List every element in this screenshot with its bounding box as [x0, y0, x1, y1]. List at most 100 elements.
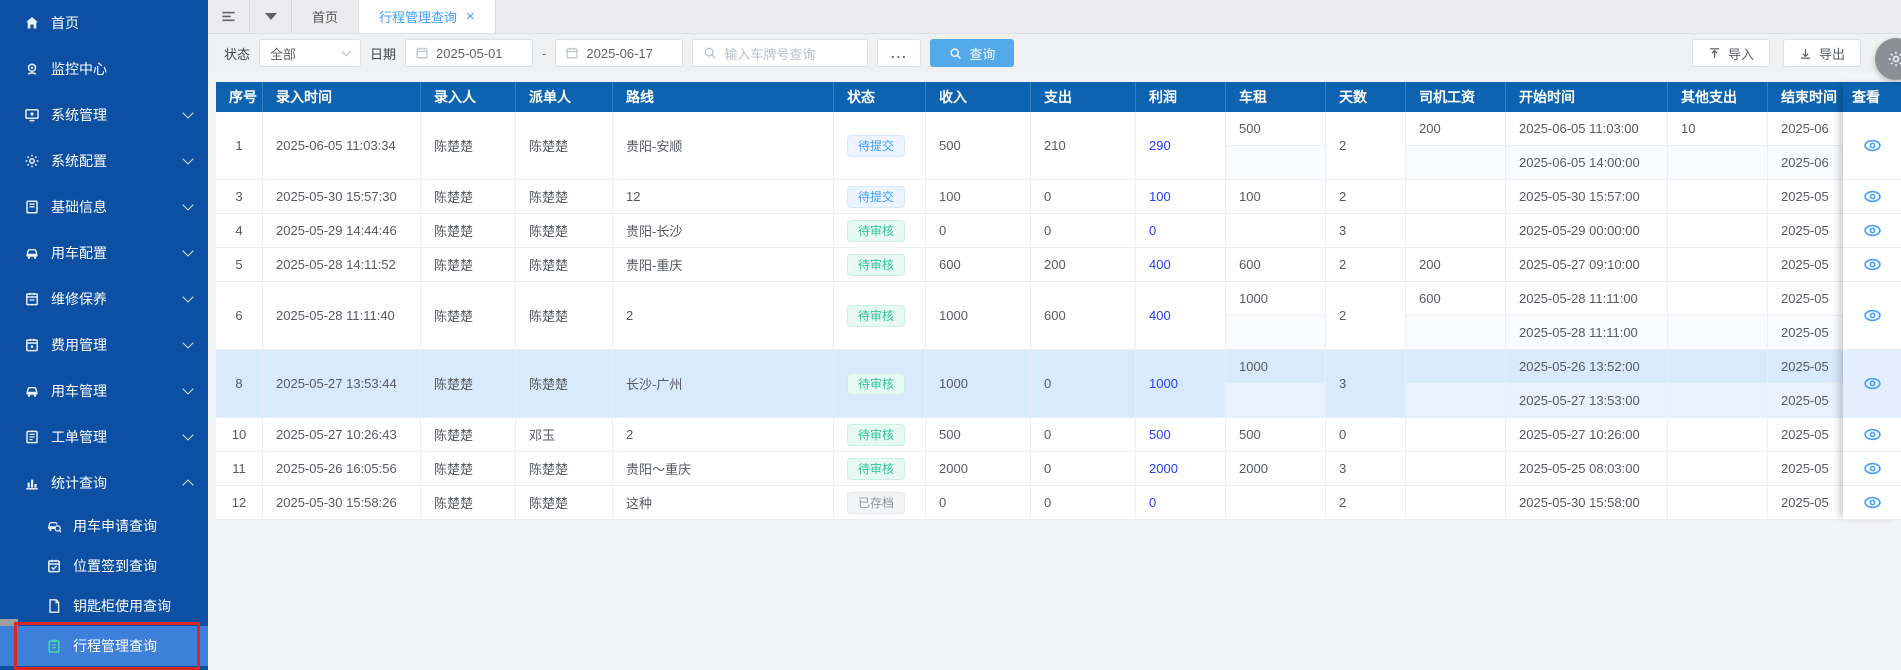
cell-entry_person: 陈楚楚	[421, 248, 516, 282]
cell-other_expense	[1668, 486, 1768, 520]
sidebar-item-3[interactable]: 系统配置	[0, 138, 208, 184]
cell-start_time: 2025-06-05 14:00:00	[1506, 146, 1668, 180]
sidebar-item-2[interactable]: 系统管理	[0, 92, 208, 138]
cell-expense: 0	[1031, 486, 1136, 520]
column-header-other_expense: 其他支出	[1668, 82, 1768, 112]
cell-seq: 11	[216, 452, 263, 486]
cell-status: 待审核	[834, 214, 926, 248]
cell-dispatcher: 陈楚楚	[516, 248, 613, 282]
sidebar-item-7[interactable]: 费用管理	[0, 322, 208, 368]
table-row-4[interactable]: 4 2025-05-29 14:44:46 陈楚楚 陈楚楚 贵阳-长沙 待审核 0 0 0 3 20…	[216, 214, 1901, 248]
view-button-row-11[interactable]	[1843, 452, 1901, 486]
cell-route: 2	[613, 418, 834, 452]
sidebar-subitem-label: 位置签到查询	[73, 558, 157, 574]
more-filters-button[interactable]: ...	[877, 39, 922, 67]
view-button-row-10[interactable]	[1843, 418, 1901, 452]
import-button-label: 导入	[1727, 46, 1754, 62]
sidebar-item-6[interactable]: 维修保养	[0, 276, 208, 322]
cell-route: 这种	[613, 486, 834, 520]
cell-entry_time: 2025-05-29 14:44:46	[263, 214, 421, 248]
eye-icon	[1863, 190, 1881, 203]
sidebar-item-label: 监控中心	[51, 61, 107, 77]
collapse-menu-button[interactable]	[208, 0, 250, 33]
sidebar-item-10[interactable]: 统计查询	[0, 460, 208, 506]
cell-route: 2	[613, 282, 834, 350]
sidebar-subitem-3[interactable]: 行程管理查询	[0, 622, 208, 670]
view-button-row-3[interactable]	[1843, 180, 1901, 214]
sidebar-item-label: 用车管理	[51, 383, 107, 399]
sidebar-subitem-1[interactable]: 位置签到查询	[0, 546, 208, 586]
cell-expense: 0	[1031, 180, 1136, 214]
cell-status: 待提交	[834, 180, 926, 214]
cell-expense: 0	[1031, 418, 1136, 452]
table-row-5[interactable]: 5 2025-05-28 14:11:52 陈楚楚 陈楚楚 贵阳-重庆 待审核 600 200…	[216, 248, 1901, 282]
sidebar-item-8[interactable]: 用车管理	[0, 368, 208, 414]
cell-seq: 3	[216, 180, 263, 214]
cell-driver_wage	[1406, 350, 1506, 384]
status-badge: 待审核	[847, 423, 906, 446]
table-row-12[interactable]: 12 2025-05-30 15:58:26 陈楚楚 陈楚楚 这种 已存档 0 0 0 2 2025…	[216, 486, 1901, 520]
column-header-profit: 利润	[1136, 82, 1226, 112]
cell-entry_time: 2025-05-28 14:11:52	[263, 248, 421, 282]
table-row-3[interactable]: 3 2025-05-30 15:57:30 陈楚楚 陈楚楚 12 待提交 100 0 100 10…	[216, 180, 1901, 214]
tab-trip-query[interactable]: 行程管理查询 ×	[359, 0, 496, 33]
cell-driver_wage	[1406, 214, 1506, 248]
date-from-input[interactable]: 2025-05-01	[405, 39, 534, 67]
table-row-10[interactable]: 10 2025-05-27 10:26:43 陈楚楚 邓玉 2 待审核 500 0 500 500…	[216, 418, 1901, 452]
fixed-view-column: 查看	[1843, 82, 1901, 520]
cell-entry_time: 2025-05-28 11:11:40	[263, 282, 421, 350]
sidebar-item-4[interactable]: 基础信息	[0, 184, 208, 230]
query-button[interactable]: 查询	[930, 39, 1015, 67]
caret-down-icon	[264, 13, 277, 20]
tab-dropdown-button[interactable]	[250, 0, 292, 33]
view-button-row-1[interactable]	[1843, 112, 1901, 180]
cell-seq: 1	[216, 112, 263, 180]
plate-search-input[interactable]: 输入车牌号查询	[692, 39, 869, 67]
column-header-dispatcher: 派单人	[516, 82, 613, 112]
export-button[interactable]: 导出	[1783, 39, 1861, 67]
cell-start_time: 2025-05-27 09:10:00	[1506, 248, 1668, 282]
date-to-input[interactable]: 2025-06-17	[555, 39, 684, 67]
column-header-car_rent: 车租	[1226, 82, 1326, 112]
view-button-row-5[interactable]	[1843, 248, 1901, 282]
plate-search-placeholder: 输入车牌号查询	[724, 46, 816, 62]
status-badge: 待审核	[847, 304, 906, 327]
table-row-8[interactable]: 8 2025-05-27 13:53:44 陈楚楚 陈楚楚 长沙-广州 待审核 1000 0 1…	[216, 350, 1901, 418]
cell-car_rent: 500	[1226, 112, 1326, 146]
column-header-seq: 序号	[216, 82, 263, 112]
chevron-down-icon	[182, 337, 194, 349]
cell-profit: 0	[1136, 486, 1226, 520]
sidebar-item-9[interactable]: 工单管理	[0, 414, 208, 460]
gear-icon	[24, 153, 40, 169]
import-export-group: 导入 导出	[1692, 39, 1861, 67]
cell-status: 待提交	[834, 112, 926, 180]
sidebar-item-5[interactable]: 用车配置	[0, 230, 208, 276]
table-row-11[interactable]: 11 2025-05-26 16:05:56 陈楚楚 陈楚楚 贵阳～重庆 待审核 2000 0…	[216, 452, 1901, 486]
sidebar-subitem-0[interactable]: 用车申请查询	[0, 506, 208, 546]
cell-profit: 2000	[1136, 452, 1226, 486]
cell-start_time: 2025-05-25 08:03:00	[1506, 452, 1668, 486]
cell-profit: 500	[1136, 418, 1226, 452]
upload-icon	[1708, 47, 1721, 60]
tab-trip-query-label: 行程管理查询	[379, 10, 458, 25]
cell-income: 1000	[926, 350, 1031, 418]
table-row-1[interactable]: 1 2025-06-05 11:03:34 陈楚楚 陈楚楚 贵阳-安顺 待提交 500 210…	[216, 112, 1901, 180]
tab-home[interactable]: 首页	[292, 0, 360, 33]
view-button-row-12[interactable]	[1843, 486, 1901, 520]
view-button-row-4[interactable]	[1843, 214, 1901, 248]
view-button-row-6[interactable]	[1843, 282, 1901, 350]
tab-close-icon[interactable]: ×	[466, 9, 475, 24]
import-button[interactable]: 导入	[1692, 39, 1770, 67]
eye-icon	[1863, 258, 1881, 271]
eye-icon	[1863, 377, 1881, 390]
cell-start_time: 2025-05-26 13:52:00	[1506, 350, 1668, 384]
view-button-row-8[interactable]	[1843, 350, 1901, 418]
table-row-6[interactable]: 6 2025-05-28 11:11:40 陈楚楚 陈楚楚 2 待审核 1000 600 400…	[216, 282, 1901, 350]
status-select[interactable]: 全部	[259, 39, 362, 67]
sidebar-item-0[interactable]: 首页	[0, 0, 208, 46]
cell-days: 3	[1326, 350, 1406, 418]
sidebar-subitem-2[interactable]: 钥匙柜使用查询	[0, 586, 208, 626]
cell-expense: 0	[1031, 350, 1136, 418]
sidebar-item-1[interactable]: 监控中心	[0, 46, 208, 92]
sidebar-item-label: 系统管理	[51, 107, 107, 123]
